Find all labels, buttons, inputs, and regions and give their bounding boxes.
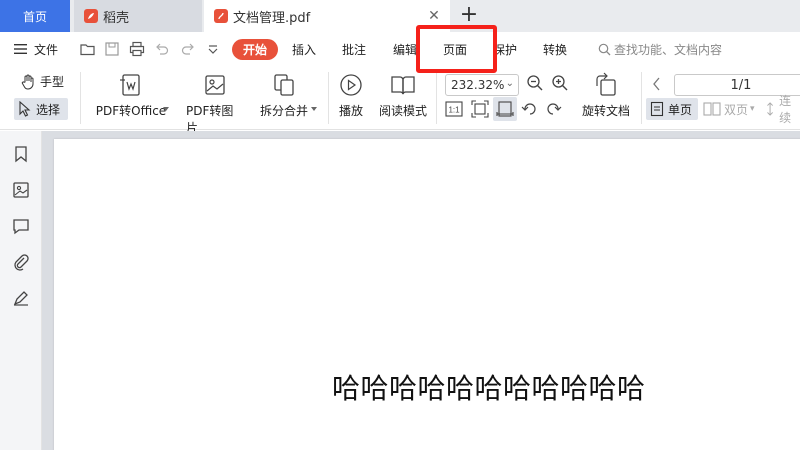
hand-tool-button[interactable]: 手型 [20, 73, 64, 90]
ribbon-divider [80, 72, 81, 124]
ribbon-toolbar: 手型 选择 PDF转Office PDF转图片 拆分合并 播放 阅读模式 232… [0, 66, 800, 135]
search-placeholder: 查找功能、文档内容 [614, 42, 723, 57]
select-tool-button[interactable]: 选择 [14, 98, 68, 120]
tab-edit[interactable]: 编辑 [393, 32, 417, 66]
tab-bar: 首页 稻壳 文档管理.pdf ✕ + [0, 0, 800, 32]
daoke-icon [84, 9, 98, 23]
redo-icon[interactable] [180, 41, 196, 57]
undo-icon[interactable] [154, 41, 170, 57]
left-sidebar [0, 131, 42, 450]
tab-start[interactable]: 开始 [232, 39, 278, 60]
search-icon [598, 43, 611, 55]
pdf-to-office-button[interactable]: PDF转Office [92, 72, 170, 119]
quick-access-dropdown-icon[interactable] [205, 41, 221, 57]
zoom-value: 232.32% [451, 78, 505, 92]
zoom-out-icon[interactable] [526, 74, 544, 92]
rotate-right-icon[interactable] [545, 101, 562, 117]
book-icon [391, 76, 415, 95]
comment-icon[interactable] [12, 217, 30, 235]
continuous-label: 连续 [779, 94, 792, 125]
double-page-label: 双页 [724, 102, 749, 117]
save-icon[interactable] [104, 41, 120, 57]
previous-page-icon[interactable] [652, 77, 662, 91]
file-menu-label: 文件 [34, 42, 59, 57]
play-label: 播放 [338, 104, 363, 118]
actual-size-icon[interactable]: 1:1 [445, 101, 463, 117]
tab-start-label: 开始 [242, 43, 267, 57]
svg-text:1:1: 1:1 [448, 106, 460, 115]
bookmark-icon[interactable] [12, 145, 30, 163]
split-merge-button[interactable]: 拆分合并 [258, 72, 310, 119]
single-page-label: 单页 [668, 102, 693, 117]
signature-icon[interactable] [12, 289, 30, 307]
chevron-down-icon: ⌄ [505, 78, 514, 89]
rotate-document-icon [596, 72, 616, 96]
tab-daoke-label: 稻壳 [103, 10, 130, 26]
reading-mode-label: 阅读模式 [378, 104, 427, 118]
play-icon [340, 74, 362, 96]
chevron-down-icon[interactable] [311, 107, 317, 111]
zoom-in-icon[interactable] [551, 74, 569, 92]
tab-daoke[interactable]: 稻壳 [74, 0, 202, 32]
double-page-button[interactable]: 双页 ▾ [703, 98, 755, 120]
tab-document[interactable]: 文档管理.pdf ✕ [204, 0, 450, 32]
tab-home[interactable]: 首页 [0, 0, 70, 32]
pdf-to-image-icon [205, 75, 225, 95]
play-button[interactable]: 播放 [337, 72, 365, 119]
single-page-icon [650, 101, 664, 117]
chevron-down-icon: ▾ [750, 104, 755, 114]
rotate-document-button[interactable]: 旋转文档 [580, 72, 632, 119]
split-merge-icon [274, 74, 294, 96]
close-tab-icon[interactable]: ✕ [426, 8, 442, 24]
single-page-button[interactable]: 单页 [646, 98, 698, 120]
ribbon-divider [328, 72, 329, 124]
hand-tool-label: 手型 [40, 75, 65, 89]
rotate-document-label: 旋转文档 [581, 104, 630, 118]
continuous-button[interactable]: 连续 [764, 94, 800, 125]
tab-home-label: 首页 [22, 9, 47, 24]
tab-annotate[interactable]: 批注 [342, 32, 366, 66]
tab-annotate-label: 批注 [342, 42, 367, 57]
tab-insert-label: 插入 [292, 42, 317, 57]
tab-insert[interactable]: 插入 [292, 32, 316, 66]
chevron-down-icon[interactable] [163, 107, 169, 111]
fit-page-icon[interactable] [471, 100, 489, 118]
cursor-arrow-icon [19, 101, 31, 117]
thumbnail-icon[interactable] [12, 181, 30, 199]
tab-document-label: 文档管理.pdf [233, 10, 311, 26]
pdf-to-office-label: PDF转Office [95, 104, 167, 118]
document-text: 哈哈哈哈哈哈哈哈哈哈哈 [332, 372, 646, 405]
rotate-left-icon[interactable] [521, 101, 538, 117]
tab-convert[interactable]: 转换 [543, 32, 567, 66]
select-tool-label: 选择 [36, 102, 61, 117]
menu-bar: 文件 开始 插入 批注 编辑 页面 保护 转换 查找功能、文档内容 [0, 32, 800, 66]
page-indicator: 1/1 [730, 77, 752, 93]
file-menu-button[interactable]: 文件 [14, 32, 58, 66]
split-merge-label: 拆分合并 [259, 104, 308, 118]
pdf-to-image-button[interactable]: PDF转图片 [186, 72, 244, 136]
fit-width-icon [496, 101, 514, 117]
double-page-icon [703, 102, 721, 116]
hamburger-icon [14, 44, 27, 54]
hand-icon [21, 74, 34, 90]
ribbon-divider [641, 72, 642, 124]
tab-edit-label: 编辑 [393, 42, 418, 57]
annotation-highlight-box [416, 25, 497, 73]
search-input[interactable]: 查找功能、文档内容 [598, 40, 722, 58]
document-canvas[interactable]: 哈哈哈哈哈哈哈哈哈哈哈 [42, 131, 800, 450]
attachment-icon[interactable] [12, 253, 30, 271]
fit-width-button[interactable] [493, 97, 517, 121]
print-icon[interactable] [129, 41, 145, 57]
reading-mode-button[interactable]: 阅读模式 [378, 72, 428, 119]
pdf-page[interactable]: 哈哈哈哈哈哈哈哈哈哈哈 [54, 139, 800, 450]
pdf-file-icon [214, 9, 228, 23]
open-folder-icon[interactable] [80, 41, 96, 57]
zoom-select[interactable]: 232.32% ⌄ [445, 74, 519, 96]
ribbon-divider [436, 72, 437, 124]
tab-convert-label: 转换 [543, 42, 568, 57]
continuous-scroll-icon [767, 102, 774, 116]
pdf-to-office-icon [120, 74, 140, 96]
